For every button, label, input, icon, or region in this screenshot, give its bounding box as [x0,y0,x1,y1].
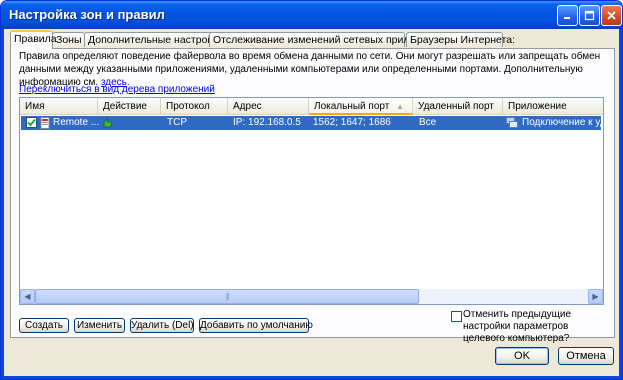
create-button[interactable]: Создать [19,318,69,333]
maximize-icon [584,10,595,21]
scroll-thumb[interactable]: ||| [35,289,419,304]
tab-advanced[interactable]: Дополнительные настройки [84,32,224,47]
scroll-left-button[interactable]: ◀ [20,289,35,304]
close-icon [607,11,616,20]
frame-bottom [1,376,622,379]
rule-name: Remote ... [53,117,99,128]
rule-address: IP: 192.168.0.5 [233,117,301,128]
column-local-port-label: Локальный порт [314,101,390,112]
scroll-right-button[interactable]: ▶ [588,289,603,304]
reset-settings-label: Отменить предыдущие настройки параметров… [463,309,572,344]
rules-list[interactable]: Имя Действие Протокол Адрес Локальный по… [19,97,604,305]
ok-button[interactable]: OK [495,347,549,365]
remote-desktop-icon [506,117,518,128]
column-protocol[interactable]: Протокол [161,98,228,115]
allow-icon [103,118,113,128]
switch-to-tree-link[interactable]: Переключиться в вид дерева приложений [19,84,215,95]
window-title: Настройка зон и правил [9,7,165,22]
column-action[interactable]: Действие [98,98,161,115]
grip-icon: ||| [225,292,229,301]
chevron-left-icon: ◀ [24,292,31,301]
list-header: Имя Действие Протокол Адрес Локальный по… [20,98,603,115]
horizontal-scrollbar[interactable]: ◀ ||| ▶ [20,289,603,304]
tab-rules[interactable]: Правила [10,30,57,49]
chevron-right-icon: ▶ [592,292,599,301]
rule-enabled-checkbox[interactable] [26,117,37,128]
cancel-button[interactable]: Отмена [558,347,614,365]
minimize-icon [564,17,570,19]
tab-app-monitoring[interactable]: Отслеживание изменений сетевых приложени… [209,32,446,47]
edit-button[interactable]: Изменить [74,318,125,333]
dialog-window: Настройка зон и правил Правила Зоны Допо… [0,0,623,380]
column-address[interactable]: Адрес [228,98,309,115]
rule-remote-port: Все [419,117,437,128]
reset-settings-checkbox[interactable] [451,311,462,322]
rule-local-port: 1562; 1647; 1686 [313,117,391,128]
column-name[interactable]: Имя [20,98,98,115]
frame-left [1,29,4,379]
title-bar[interactable]: Настройка зон и правил [1,1,622,29]
column-application[interactable]: Приложение [503,98,603,115]
column-local-port[interactable]: Локальный порт ▲ [309,98,413,115]
rule-protocol: TCP [167,117,187,128]
close-button[interactable] [601,5,622,26]
tab-browsers[interactable]: Браузеры Интернета: [406,32,515,47]
minimize-button[interactable] [557,5,578,26]
rule-icon [40,117,50,129]
sort-ascending-icon: ▲ [396,102,404,111]
maximize-button[interactable] [579,5,600,26]
column-remote-port[interactable]: Удаленный порт [413,98,503,115]
checkmark-icon [27,118,36,127]
frame-right [619,29,622,379]
delete-button[interactable]: Удалить (Del) [130,318,194,333]
table-row[interactable]: Remote ... TCP IP: 192.168.0.5 1562; 164… [21,116,601,130]
add-default-button[interactable]: Добавить по умолчанию [199,318,313,333]
rule-application: Подключение к уда [522,117,601,128]
